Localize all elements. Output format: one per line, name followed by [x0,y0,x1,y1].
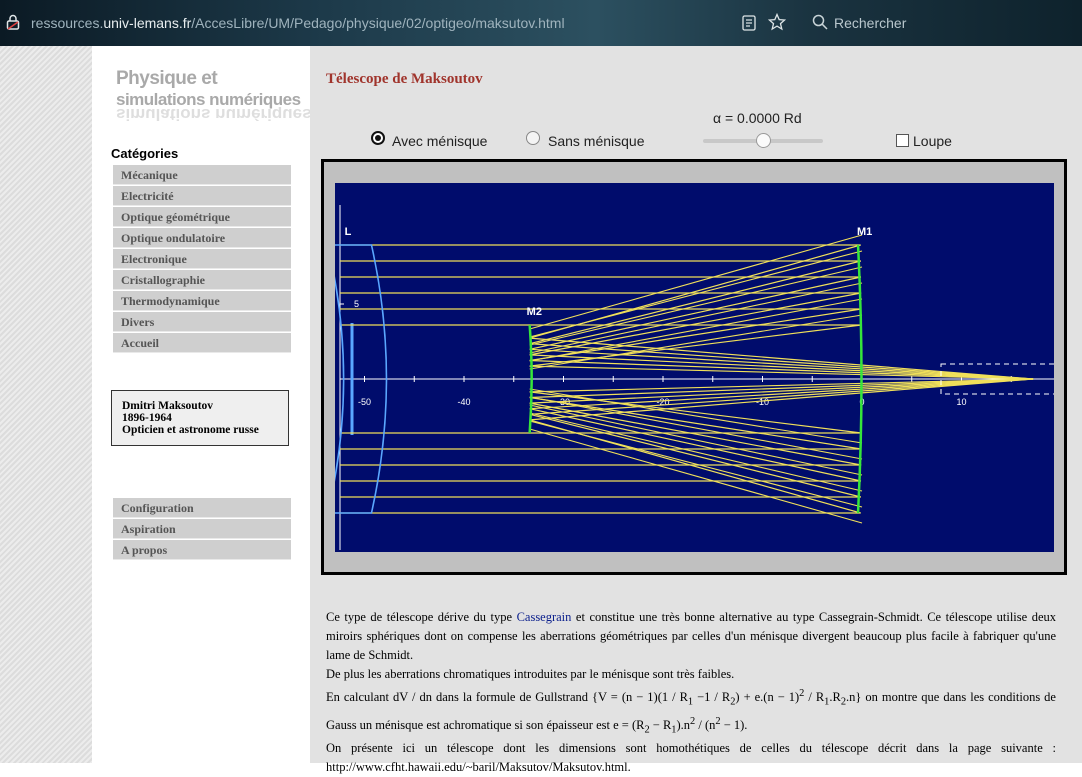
radio-with-label[interactable]: Avec ménisque [392,133,487,149]
url-field[interactable]: ressources.univ-lemans.fr/AccesLibre/UM/… [31,15,565,31]
p3-h: ).n [676,717,691,732]
paragraph-2: De plus les aberrations chromatiques int… [326,667,735,681]
description-text: Ce type de télescope dérive du type Cass… [326,608,1056,777]
radio-with-meniscus[interactable] [371,131,385,145]
radio-without-label[interactable]: Sans ménisque [548,133,645,149]
alpha-slider-thumb[interactable] [755,133,771,148]
utility-menu: Configuration Aspiration A propos [113,498,291,561]
mirror-m1-label: M1 [857,226,872,238]
telescope-simulation-canvas[interactable]: -50-40-30-20-100105LM1M2 [335,183,1054,552]
paragraph-4: On présente ici un télescope dont les di… [326,741,1056,775]
loupe-label[interactable]: Loupe [913,133,952,149]
search-input[interactable]: Rechercher [834,15,906,31]
p3-a: En calculant dV / dn dans la formule de … [326,690,688,705]
categories-heading: Catégories [111,146,179,161]
lock-icon[interactable] [6,14,20,30]
p3-i: / (n [695,717,716,732]
menu-item-divers[interactable]: Divers [113,312,291,332]
axis-tick-label: 10 [956,397,966,407]
paragraph-3: En calculant dV / dn dans la formule de … [326,684,1056,739]
bookmark-star-icon[interactable] [768,13,786,31]
simulation-frame: -50-40-30-20-100105LM1M2 [321,159,1067,575]
menu-item-configuration[interactable]: Configuration [113,498,291,518]
mirror-m2-label: M2 [527,306,542,318]
p3-d: / R [804,690,825,705]
axis-tick-label: -50 [358,397,371,407]
paragraph-1: Ce type de télescope dérive du type Cass… [326,608,1056,665]
p3-b: −1 / R [693,690,731,705]
p3-e: .R [829,690,841,705]
menu-item-thermodynamique[interactable]: Thermodynamique [113,291,291,311]
bio-description: Opticien et astronome russe [122,424,259,436]
page-margin-pattern [0,46,92,763]
category-menu: Mécanique Electricité Optique géométriqu… [113,165,291,354]
menu-item-optique-ondulatoire[interactable]: Optique ondulatoire [113,228,291,248]
cassegrain-link[interactable]: Cassegrain [517,610,572,624]
menu-item-accueil[interactable]: Accueil [113,333,291,353]
reader-view-icon[interactable] [742,15,756,31]
site-logo-reflection: simulations numériques [116,107,312,121]
menu-item-aspiration[interactable]: Aspiration [113,519,291,539]
menu-item-electricite[interactable]: Electricité [113,186,291,206]
url-host: univ-lemans.fr [103,15,192,31]
url-path: /AccesLibre/UM/Pedago/physique/02/optige… [191,15,565,31]
bio-name: Dmitri Maksoutov [122,400,214,412]
bio-dates: 1896-1964 [122,412,172,424]
p3-c: ) + e.(n − 1) [735,690,800,705]
menu-item-a-propos[interactable]: A propos [113,540,291,560]
menu-item-optique-geometrique[interactable]: Optique géométrique [113,207,291,227]
site-logo-line1[interactable]: Physique et [116,68,218,90]
alpha-value-label: α = 0.0000 Rd [713,110,802,126]
p1-text-a: Ce type de télescope dérive du type [326,610,517,624]
biography-box: Dmitri Maksoutov 1896-1964 Opticien et a… [111,390,289,446]
menu-item-electronique[interactable]: Electronique [113,249,291,269]
axis-tick-label: -40 [457,397,470,407]
radio-without-meniscus[interactable] [526,131,540,145]
scale-tick-label: 5 [354,299,359,309]
loupe-checkbox[interactable] [896,134,909,147]
menu-item-cristallographie[interactable]: Cristallographie [113,270,291,290]
lens-label: L [345,226,352,238]
browser-toolbar: ressources.univ-lemans.fr/AccesLibre/UM/… [0,0,1082,46]
menu-item-mecanique[interactable]: Mécanique [113,165,291,185]
page-title: Télescope de Maksoutov [326,71,483,87]
search-icon [812,14,828,30]
url-prefix: ressources. [31,15,104,31]
p3-j: − 1). [720,717,748,732]
p3-g: − R [649,717,672,732]
